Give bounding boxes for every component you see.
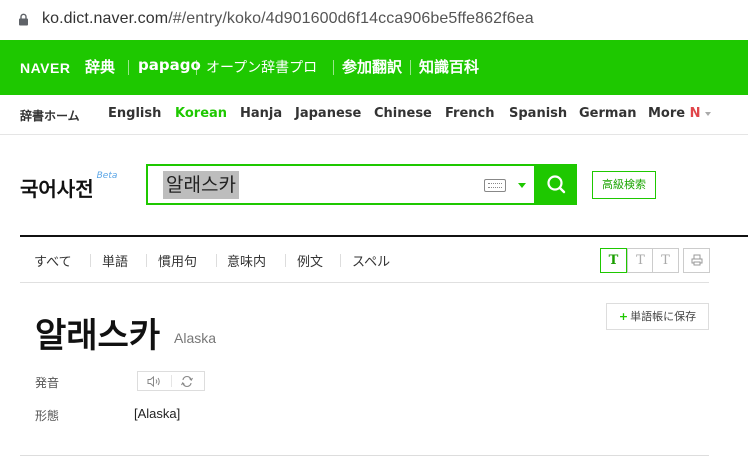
audio-divider [171, 375, 172, 387]
header-separator [410, 60, 411, 75]
header-item-translation[interactable]: 参加翻訳 [342, 56, 402, 77]
lang-item-japanese[interactable]: Japanese [295, 106, 361, 121]
entry-headword: 알래스카 [35, 316, 161, 356]
tab-separator [146, 254, 147, 267]
lang-item-home[interactable]: 辞書ホーム [20, 107, 80, 124]
lang-item-hanja[interactable]: Hanja [240, 106, 282, 121]
lang-item-french[interactable]: French [445, 106, 495, 121]
pronunciation-controls [137, 371, 205, 391]
address-bar[interactable]: ko.dict.naver.com/#/entry/koko/4d901600d… [0, 0, 748, 40]
tab-words[interactable]: 単語 [102, 251, 128, 270]
new-badge: N [689, 106, 701, 121]
plus-icon: + [618, 310, 629, 323]
search-query[interactable]: 알래스카 [163, 171, 239, 199]
lang-item-more[interactable]: More N [648, 106, 711, 121]
tab-separator [90, 254, 91, 267]
tab-all[interactable]: すべて [34, 251, 72, 270]
header-item-open-dict-pro[interactable]: オープン辞書プロ [206, 57, 317, 77]
print-button[interactable] [683, 248, 710, 273]
font-size-medium-button[interactable]: T [627, 248, 654, 273]
naver-logo[interactable]: NAVER [20, 60, 70, 76]
lang-item-english[interactable]: English [108, 106, 161, 121]
more-label: More [648, 106, 686, 121]
lang-item-german[interactable]: German [579, 106, 636, 121]
font-size-small-button[interactable]: T [600, 248, 627, 273]
search-input[interactable]: 알래스카 [146, 164, 536, 205]
divider [20, 455, 709, 456]
font-size-large-button[interactable]: T [652, 248, 679, 273]
header-separator [196, 60, 197, 75]
lock-icon[interactable] [18, 13, 29, 26]
tab-in-meaning[interactable]: 意味内 [227, 251, 266, 270]
tab-separator [285, 254, 286, 267]
lang-item-korean[interactable]: Korean [175, 106, 227, 121]
url-text[interactable]: ko.dict.naver.com/#/entry/koko/4d901600d… [42, 10, 534, 28]
tab-separator [216, 254, 217, 267]
result-tabs: すべて 単語 慣用句 意味内 例文 スペル T T T [20, 237, 710, 283]
dictionary-title-text: 국어사전 [20, 177, 94, 201]
language-nav: 辞書ホーム English Korean Hanja Japanese Chin… [0, 95, 748, 135]
header-item-encyclopedia[interactable]: 知識百科 [419, 56, 479, 77]
lang-item-spanish[interactable]: Spanish [509, 106, 567, 121]
naver-header: NAVER 辞典 papago オープン辞書プロ 参加翻訳 知識百科 [0, 40, 748, 95]
chevron-down-icon[interactable] [518, 183, 526, 188]
tab-idioms[interactable]: 慣用句 [158, 251, 197, 270]
beta-badge: Beta [96, 171, 118, 181]
form-value: [Alaska] [134, 406, 181, 421]
advanced-search-button[interactable]: 高級検索 [592, 171, 656, 199]
header-item-dictionary[interactable]: 辞典 [85, 56, 115, 77]
search-icon [547, 175, 566, 194]
search-button[interactable] [536, 164, 577, 205]
header-separator [333, 60, 334, 75]
header-item-papago[interactable]: papago [138, 56, 201, 74]
chevron-down-icon [704, 111, 711, 116]
tab-examples[interactable]: 例文 [297, 251, 323, 270]
form-label: 形態 [35, 409, 60, 423]
lang-item-chinese[interactable]: Chinese [374, 106, 432, 121]
save-label: 単語帳に保存 [630, 310, 697, 323]
pronunciation-label: 発音 [35, 376, 60, 390]
header-separator [128, 60, 129, 75]
dictionary-title[interactable]: 국어사전Beta [20, 171, 118, 202]
tab-spelling[interactable]: スペル [352, 251, 390, 270]
speaker-icon[interactable] [147, 375, 162, 388]
entry-meaning: Alaska [174, 330, 217, 346]
print-icon [691, 254, 702, 266]
save-to-wordbook-button[interactable]: + 単語帳に保存 [606, 303, 709, 330]
keyboard-keys [488, 183, 502, 188]
tab-separator [340, 254, 341, 267]
keyboard-icon[interactable] [484, 179, 506, 192]
url-host: ko.dict.naver.com [42, 10, 169, 27]
repeat-icon[interactable] [180, 375, 194, 388]
url-path: /#/entry/koko/4d901600d6f14cca906be5ffe8… [168, 10, 534, 27]
